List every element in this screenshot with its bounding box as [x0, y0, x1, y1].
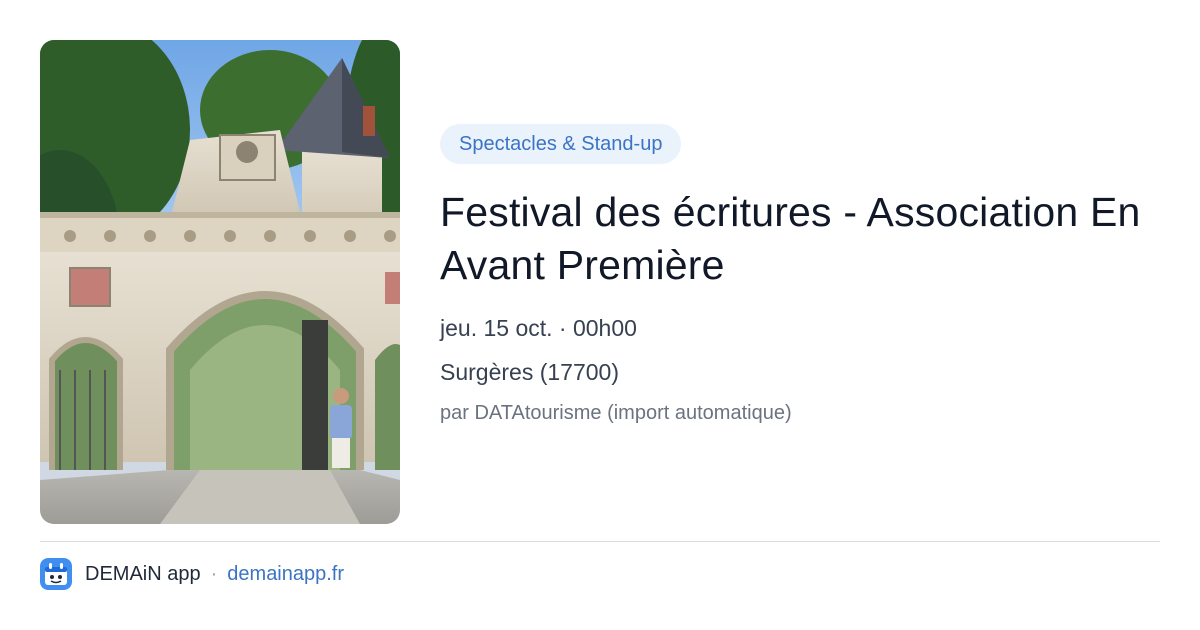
category-badge[interactable]: Spectacles & Stand-up [440, 124, 682, 164]
app-domain-link[interactable]: demainapp.fr [227, 563, 344, 586]
event-location: Surgères (17700) [440, 359, 619, 385]
event-photo-illustration [40, 40, 400, 524]
app-name: DEMAiN app [85, 562, 201, 585]
event-date: jeu. 15 oct. · 00h00 [440, 315, 637, 341]
event-photo[interactable] [40, 40, 400, 524]
footer: DEMAiN app · demainapp.fr [40, 558, 344, 590]
event-title[interactable]: Festival des écritures - Association En … [440, 186, 1160, 292]
demain-app-icon[interactable] [40, 558, 72, 590]
event-info: Spectacles & Stand-up Festival des écrit… [440, 124, 1160, 426]
event-share-card: Spectacles & Stand-up Festival des écrit… [0, 0, 1200, 630]
footer-divider [40, 541, 1160, 542]
footer-separator: · [210, 562, 218, 585]
event-source: par DATAtourisme (import automatique) [440, 402, 792, 424]
